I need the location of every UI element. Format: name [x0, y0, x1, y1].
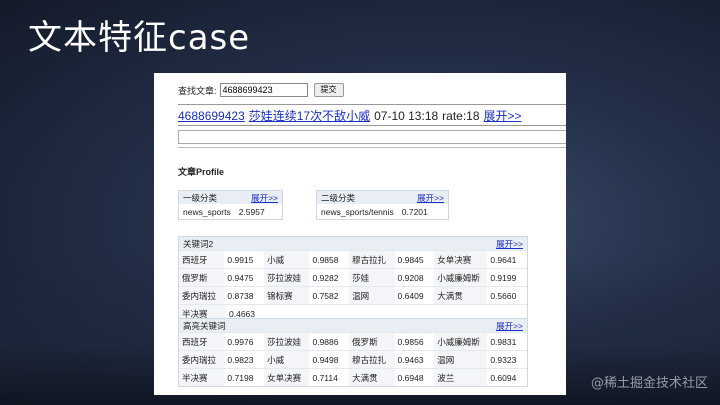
category2-row: news_sports/tennis 0.7201 — [317, 204, 448, 219]
table-row: 西班牙 0.9976 莎拉波娃 0.9886 俄罗斯 0.9856 小威廉姆斯 0.9831 — [179, 332, 527, 350]
keyword-name: 俄罗斯 — [349, 333, 395, 350]
divider — [178, 125, 566, 126]
keyword-name: 大满贯 — [434, 287, 488, 304]
keyword-name: 西班牙 — [179, 333, 225, 350]
keyword-name: 俄罗斯 — [179, 269, 225, 286]
article-id-link[interactable]: 4688699423 — [178, 109, 245, 123]
category1-panel: 一级分类 展开>> news_sports 2.5957 — [178, 190, 283, 220]
keyword-score: 0.6948 — [397, 372, 424, 383]
slide-title: 文本特征case — [28, 18, 251, 58]
keyword-score: 0.9831 — [490, 336, 517, 347]
article-line: 4688699423 莎娃连续17次不敌小威 07-10 13:18 rate:18 展… — [178, 107, 522, 124]
watermark: @稀土掘金技术社区 — [590, 376, 708, 391]
category1-row: news_sports 2.5957 — [179, 204, 282, 219]
table-row: 委内瑞拉 0.8738 锦标赛 0.7582 温网 0.6409 大满贯 0.5660 — [179, 286, 527, 304]
category2-score: 0.7201 — [401, 206, 428, 217]
screenshot-panel: 查找文章: 提交 4688699423 莎娃连续17次不敌小威 07-10 13:1… — [154, 73, 566, 395]
highlight-keywords-expand-link[interactable]: 展开>> — [496, 320, 523, 332]
category2-header: 二级分类 展开>> — [317, 191, 448, 204]
keyword-score: 0.9475 — [227, 272, 254, 283]
keyword-score: 0.9845 — [397, 254, 424, 265]
category1-title: 一级分类 — [183, 192, 218, 203]
keyword-name: 西班牙 — [179, 251, 225, 268]
category1-header: 一级分类 展开>> — [179, 191, 282, 204]
highlight-keywords-header: 高亮关键词 展开>> — [179, 319, 527, 332]
category2-expand-link[interactable]: 展开>> — [417, 192, 444, 204]
keyword-score: 0.9976 — [227, 336, 254, 347]
category2-panel: 二级分类 展开>> news_sports/tennis 0.7201 — [316, 190, 449, 220]
keyword-score: 0.9498 — [312, 354, 339, 365]
keyword-score: 0.5660 — [490, 290, 517, 301]
keyword-score: 0.9323 — [490, 354, 517, 365]
table-row: 委内瑞拉 0.9823 小威 0.9498 穆古拉扎 0.9463 温网 0.9323 — [179, 350, 527, 368]
keyword-name: 莎拉波娃 — [264, 269, 310, 286]
keyword-score: 0.9199 — [490, 272, 517, 283]
keyword-name: 锦标赛 — [264, 287, 310, 304]
submit-button[interactable]: 提交 — [313, 83, 344, 97]
keyword-score: 0.9858 — [312, 254, 339, 265]
keyword-name: 小威廉姆斯 — [434, 269, 488, 286]
table-row: 俄罗斯 0.9475 莎拉波娃 0.9282 莎娃 0.9208 小威廉姆斯 0.9199 — [179, 268, 527, 286]
keyword-score: 0.9856 — [397, 336, 424, 347]
keyword-name: 穆古拉扎 — [349, 351, 395, 368]
keyword-score: 0.7114 — [312, 372, 338, 383]
article-time: 07-10 13:18 — [374, 109, 439, 123]
category1-name: news_sports — [183, 206, 231, 217]
keyword-score: 0.9915 — [227, 254, 254, 265]
table-row: 西班牙 0.9915 小威 0.9858 穆古拉扎 0.9845 女单决赛 0.9641 — [179, 250, 527, 268]
keyword-name: 女单决赛 — [264, 369, 310, 386]
article-expand-link[interactable]: 展开>> — [484, 109, 522, 123]
keyword-score: 0.9886 — [312, 336, 339, 347]
highlight-keywords-table: 高亮关键词 展开>> 西班牙 0.9976 莎拉波娃 0.9886 俄罗斯 0.9856 小… — [178, 318, 528, 387]
keywords-expand-link[interactable]: 展开>> — [496, 238, 523, 250]
keyword-score: 0.8738 — [227, 290, 254, 301]
keywords-header: 关键词2 展开>> — [179, 237, 527, 250]
keyword-name: 莎娃 — [349, 269, 395, 286]
keyword-name: 小威 — [264, 351, 310, 368]
search-row: 查找文章: 提交 — [178, 83, 344, 97]
keyword-score: 0.9823 — [227, 354, 254, 365]
category1-expand-link[interactable]: 展开>> — [251, 192, 278, 204]
divider — [178, 147, 566, 148]
article-search-input[interactable] — [219, 83, 308, 97]
category2-title: 二级分类 — [321, 192, 356, 203]
article-title-link[interactable]: 莎娃连续17次不敌小威 — [249, 109, 370, 123]
keyword-name: 波兰 — [434, 369, 488, 386]
keyword-score: 0.9282 — [312, 272, 339, 283]
keyword-name: 大满贯 — [349, 369, 395, 386]
keyword-score: 0.6409 — [397, 290, 424, 301]
keyword-name: 穆古拉扎 — [349, 251, 395, 268]
category2-name: news_sports/tennis — [321, 206, 394, 217]
keyword-name: 委内瑞拉 — [179, 287, 225, 304]
keyword-name: 委内瑞拉 — [179, 351, 225, 368]
article-rate: rate:18 — [442, 109, 480, 123]
divider — [178, 104, 566, 105]
keyword-name: 小威廉姆斯 — [434, 333, 488, 350]
keyword-name: 温网 — [434, 351, 488, 368]
keyword-name: 半决赛 — [179, 369, 225, 386]
profile-title: 文章Profile — [178, 167, 225, 177]
content-box — [178, 130, 566, 144]
search-label: 查找文章: — [178, 85, 217, 96]
category1-score: 2.5957 — [238, 206, 265, 217]
keyword-name: 女单决赛 — [434, 251, 488, 268]
keyword-name: 温网 — [349, 287, 395, 304]
keyword-name: 小威 — [264, 251, 310, 268]
keyword-score: 0.9463 — [397, 354, 424, 365]
keywords-table: 关键词2 展开>> 西班牙 0.9915 小威 0.9858 穆古拉扎 0.9845 女单决… — [178, 236, 528, 323]
keyword-score: 0.6094 — [490, 372, 517, 383]
keyword-score: 0.7198 — [227, 372, 254, 383]
keyword-name: 莎拉波娃 — [264, 333, 310, 350]
table-row: 半决赛 0.7198 女单决赛 0.7114 大满贯 0.6948 波兰 0.6094 — [179, 368, 527, 386]
keywords-title: 关键词2 — [183, 238, 214, 249]
highlight-keywords-title: 高亮关键词 — [183, 320, 226, 331]
keyword-score: 0.7582 — [312, 290, 339, 301]
keyword-score: 0.9641 — [490, 254, 517, 265]
keyword-score: 0.9208 — [397, 272, 424, 283]
